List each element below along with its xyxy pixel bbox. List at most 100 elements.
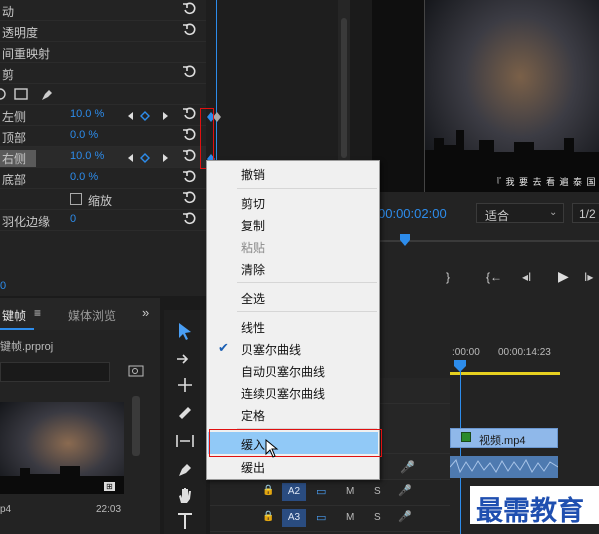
sync-lock-icon[interactable]: ▭ [316, 511, 326, 524]
fx-label: 底部 [2, 173, 27, 187]
reset-icon[interactable] [182, 149, 196, 163]
menu-item-linear[interactable]: 线性 [208, 315, 378, 337]
track-target-a3[interactable]: A3 [282, 509, 306, 527]
solo-button[interactable]: S [374, 512, 381, 523]
ripple-edit-icon[interactable] [176, 376, 194, 394]
sync-lock-icon[interactable]: ▭ [316, 485, 326, 498]
menu-item-hold[interactable]: 定格 [208, 403, 378, 425]
fx-label: 左侧 [2, 110, 27, 124]
tab-keyframes[interactable]: 键帧 [2, 307, 26, 324]
menu-separator [237, 311, 377, 312]
fx-row-zoom[interactable]: 缩放 [0, 189, 206, 210]
menu-item-copy[interactable]: 复制 [208, 213, 378, 235]
type-tool-icon[interactable] [176, 512, 194, 530]
mark-out-icon[interactable]: } [446, 270, 450, 284]
zoom-checkbox[interactable] [70, 193, 82, 205]
project-search-input[interactable] [0, 362, 110, 382]
thumbnail-image [0, 402, 124, 494]
fx-value[interactable]: 0.0 % [70, 171, 98, 183]
project-panel: 键帧 ≡ 媒体浏览 » 键帧.prproj ⊞ p4 22:03 [0, 298, 160, 534]
fx-value[interactable]: 10.0 % [70, 108, 104, 120]
reset-icon[interactable] [182, 23, 196, 37]
microphone-icon[interactable]: 🎤 [398, 484, 412, 497]
ellipse-mask-icon[interactable] [0, 88, 6, 100]
fit-dropdown[interactable]: 适合 ⌄ [476, 203, 564, 223]
menu-item-undo[interactable]: 撤销 [208, 162, 378, 184]
fx-row-left[interactable]: 左侧 10.0 % [0, 105, 206, 126]
solo-button[interactable]: S [374, 486, 381, 497]
menu-item-cut[interactable]: 剪切 [208, 191, 378, 213]
reset-icon[interactable] [182, 128, 196, 142]
pen-mask-icon[interactable] [40, 86, 54, 102]
ruler-label: :00:00 [452, 347, 480, 358]
menu-item-continuous-bezier[interactable]: 连续贝塞尔曲线 [208, 381, 378, 403]
resolution-dropdown[interactable]: 1/2 [572, 203, 599, 223]
fx-row-feather[interactable]: 羽化边缘 0 [0, 210, 206, 231]
keyframe-context-menu: 撤销 剪切 复制 粘贴 清除 全选 线性 ✔ 贝塞尔曲线 自动贝塞尔曲线 连续贝… [206, 160, 382, 480]
fx-row-right[interactable]: 右侧 10.0 % [0, 147, 206, 168]
fx-value[interactable]: 0.0 % [70, 129, 98, 141]
rectangle-mask-icon[interactable] [14, 88, 28, 100]
reset-icon[interactable] [182, 2, 196, 16]
menu-item-auto-bezier[interactable]: 自动贝塞尔曲线 [208, 359, 378, 381]
mute-button[interactable]: M [346, 512, 354, 523]
fx-value[interactable]: 0 [70, 213, 76, 225]
playhead-timecode[interactable]: 00:00:02:00 [378, 206, 447, 221]
menu-item-label: 连续贝塞尔曲线 [241, 387, 326, 401]
fx-row-bottom[interactable]: 底部 0.0 % [0, 168, 206, 189]
slip-tool-icon[interactable] [176, 432, 194, 450]
razor-tool-icon[interactable] [176, 404, 194, 422]
audio-clip[interactable] [449, 456, 559, 478]
go-to-in-icon[interactable]: {← [486, 270, 502, 284]
reset-icon[interactable] [182, 170, 196, 184]
mute-button[interactable]: M [346, 486, 354, 497]
pen-tool-icon[interactable] [176, 460, 194, 478]
menu-item-select-all[interactable]: 全选 [208, 286, 378, 308]
keyframe-nav-icon[interactable] [128, 153, 168, 163]
track-a2[interactable]: 🔒 A2 ▭ M S 🎤 [210, 480, 450, 506]
playhead-marker[interactable] [400, 234, 410, 246]
keyframe-nav-icon[interactable] [128, 111, 168, 121]
hand-tool-icon[interactable] [176, 486, 194, 504]
search-icon[interactable] [128, 364, 144, 378]
project-filename: 键帧.prproj [0, 341, 54, 353]
menu-item-label: 线性 [241, 321, 266, 335]
play-icon[interactable]: ▶ [558, 268, 569, 285]
project-scrollbar[interactable] [132, 396, 140, 456]
reset-icon[interactable] [182, 212, 196, 226]
lock-icon[interactable]: 🔒 [262, 485, 274, 496]
tab-media-browser[interactable]: 媒体浏览 [68, 307, 116, 324]
fx-row-crop[interactable]: 剪 [0, 63, 206, 84]
microphone-icon[interactable]: 🎤 [400, 460, 415, 474]
fx-row-time-remap[interactable]: 间重映射 [0, 42, 206, 63]
menu-item-label: 复制 [241, 219, 266, 233]
selection-tool-icon[interactable] [176, 322, 194, 340]
annotation-box-ease-in [209, 429, 382, 457]
video-clip[interactable]: 视频.mp4 [450, 428, 558, 448]
panel-menu-icon[interactable]: ≡ [34, 306, 41, 320]
fx-row-top[interactable]: 顶部 0.0 % [0, 126, 206, 147]
track-select-icon[interactable] [176, 350, 194, 368]
fx-row-opacity[interactable]: 透明度 [0, 21, 206, 42]
menu-item-bezier[interactable]: ✔ 贝塞尔曲线 [208, 337, 378, 359]
fx-value[interactable]: 10.0 % [70, 150, 104, 162]
track-a3[interactable]: 🔒 A3 ▭ M S 🎤 [210, 506, 450, 532]
step-forward-icon[interactable]: I▸ [584, 270, 593, 284]
clip-thumbnail[interactable]: ⊞ [0, 402, 124, 494]
work-area-bar[interactable] [450, 372, 560, 375]
reset-icon[interactable] [182, 191, 196, 205]
track-target-a2[interactable]: A2 [282, 483, 306, 501]
fx-row-motion[interactable]: 动 [0, 0, 206, 21]
menu-item-ease-out[interactable]: 缓出 [208, 455, 378, 477]
step-back-icon[interactable]: ◂I [522, 270, 531, 284]
video-frame [424, 0, 599, 192]
microphone-icon[interactable]: 🎤 [398, 510, 412, 523]
reset-icon[interactable] [182, 65, 196, 79]
menu-item-label: 撤销 [241, 168, 266, 182]
menu-item-clear[interactable]: 清除 [208, 257, 378, 279]
mouse-cursor-icon [265, 439, 279, 458]
more-panels-icon[interactable]: » [142, 305, 149, 320]
reset-icon[interactable] [182, 107, 196, 121]
scrollbar-thumb[interactable] [341, 18, 347, 158]
lock-icon[interactable]: 🔒 [262, 511, 274, 522]
